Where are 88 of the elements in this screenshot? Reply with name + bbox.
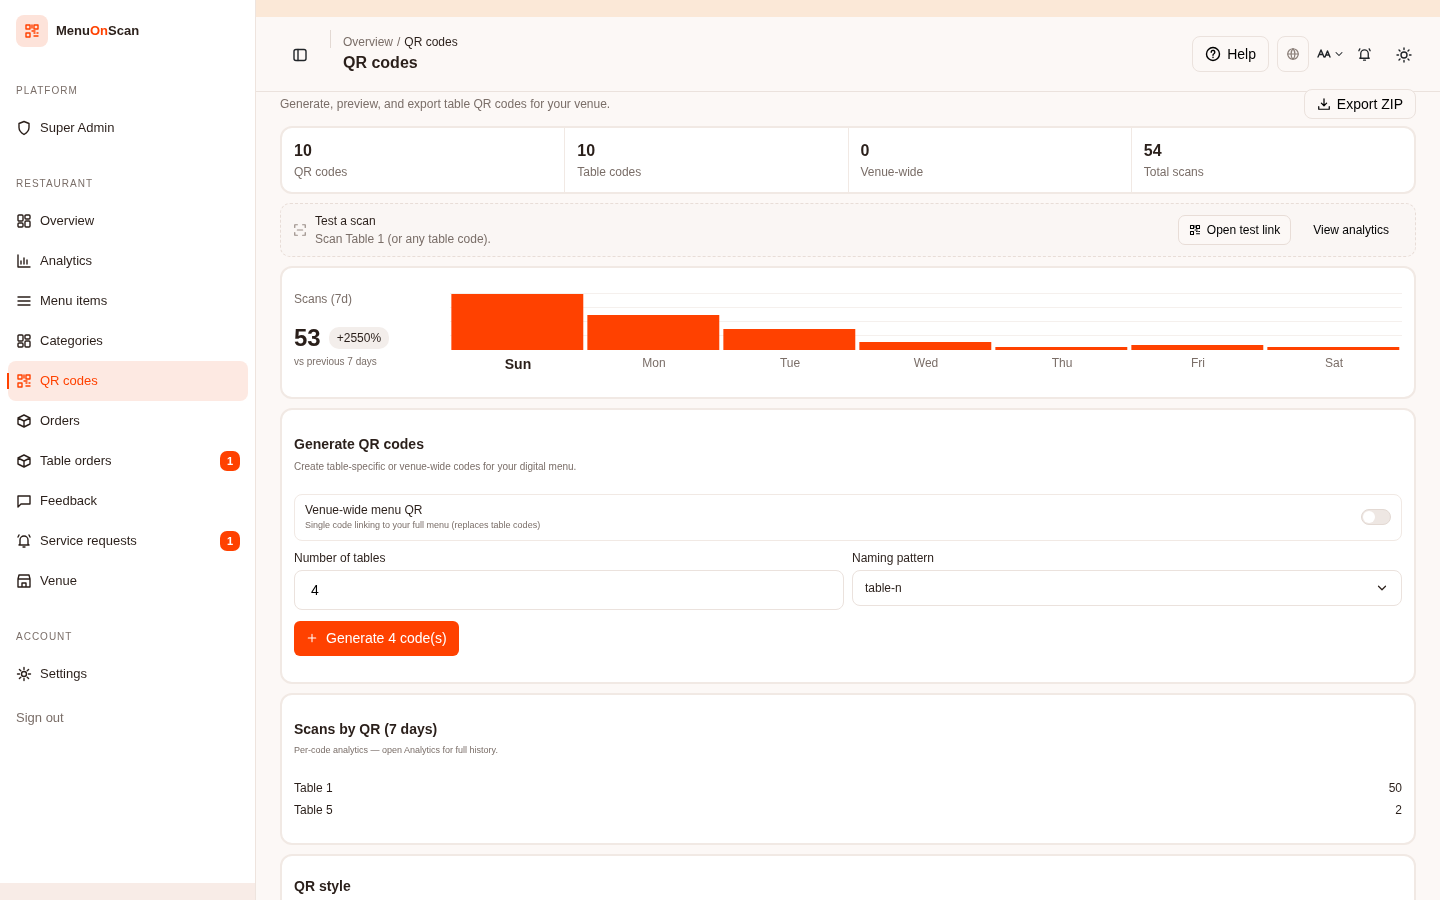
help-icon: [1205, 46, 1222, 62]
comparison-note: vs previous 7 days: [294, 355, 378, 369]
day-label: Mon: [641, 355, 667, 372]
stat-value: 0: [860, 141, 871, 161]
bell-icon: [16, 533, 32, 549]
sidebar-item[interactable]: Service requests 1: [8, 521, 248, 561]
generate-button[interactable]: Generate 4 code(s): [294, 620, 459, 656]
stat-label: Table codes: [577, 164, 643, 181]
scan-count: 50: [1388, 780, 1402, 797]
language-button[interactable]: [1277, 36, 1309, 72]
change-badge: +2550%: [328, 327, 390, 349]
day-label: Sun: [503, 355, 533, 374]
qr-name: Table 1: [294, 780, 333, 797]
day-label: Fri: [1190, 355, 1206, 372]
number-field[interactable]: 4: [294, 569, 844, 610]
card-title: QR style: [294, 877, 352, 896]
option-description: Single code linking to your full menu (replaces table codes): [305, 519, 541, 532]
scan-icon: [293, 223, 307, 237]
store-icon: [16, 573, 32, 589]
sun-icon: [1396, 46, 1412, 63]
scans-total: 53: [294, 326, 321, 350]
option-title: Venue-wide menu QR: [305, 502, 424, 519]
menu-icon: [16, 293, 32, 309]
toggle-switch[interactable]: [1361, 508, 1391, 525]
scan-count: 2: [1395, 802, 1402, 819]
card-description: Per-code analytics — open Analytics for full history.: [294, 743, 499, 757]
panel-title: Test a scan: [315, 213, 377, 230]
card-title: Scans by QR (7 days): [294, 719, 439, 739]
section-heading: PLATFORM: [15, 84, 79, 98]
breadcrumb-separator: /: [397, 34, 401, 51]
count-badge: 1: [220, 531, 240, 551]
sidebar-item[interactable]: Super Admin: [8, 108, 248, 148]
card-description: Create table-specific or venue-wide codes for your digital menu.: [294, 460, 578, 474]
box-icon: [16, 413, 32, 429]
day-label: Sat: [1324, 355, 1344, 372]
help-button[interactable]: Help: [1192, 36, 1269, 72]
sidebar-item[interactable]: Overview: [8, 201, 248, 241]
chat-icon: [16, 493, 32, 509]
sidebar-item[interactable]: Orders: [8, 401, 248, 441]
grid-icon: [16, 213, 32, 229]
stat-value: 10: [577, 141, 597, 161]
sidebar-item[interactable]: Table orders 1: [8, 441, 248, 481]
settings-icon: [16, 666, 32, 682]
panel-icon: [292, 46, 308, 63]
field-label: Naming pattern: [852, 549, 936, 567]
stat-value: 10: [294, 141, 313, 161]
download-icon: [1316, 97, 1331, 111]
bell-icon: [1357, 47, 1372, 63]
card-title: Generate QR codes: [294, 435, 425, 454]
open-test-link-button[interactable]: Open test link: [1177, 215, 1292, 245]
sidebar-item[interactable]: Menu items: [8, 281, 248, 321]
shield-icon: [16, 120, 32, 136]
sidebar-item[interactable]: Analytics: [8, 241, 248, 281]
sign-out-link[interactable]: Sign out: [0, 708, 80, 728]
globe-icon: [1286, 47, 1300, 61]
day-label: Tue: [778, 355, 802, 372]
sidebar-item[interactable]: Categories: [8, 321, 248, 361]
box-icon: [16, 453, 32, 469]
qr-name: Table 5: [294, 802, 333, 819]
view-analytics-button[interactable]: View analytics: [1299, 216, 1403, 244]
qr-code-icon: [16, 373, 32, 389]
sidebar-item[interactable]: Settings: [8, 654, 248, 694]
section-heading: ACCOUNT: [15, 630, 74, 644]
plus-icon: [306, 632, 318, 644]
stat-label: Total scans: [1143, 164, 1205, 181]
export-zip-button[interactable]: Export ZIP: [1303, 89, 1416, 119]
day-label: Wed: [912, 355, 940, 372]
stat-label: Venue-wide: [860, 164, 925, 181]
stat-label: QR codes: [294, 164, 349, 181]
page-description: Generate, preview, and export table QR codes for your venue.: [280, 96, 611, 113]
sidebar-item[interactable]: Venue: [8, 561, 248, 601]
bar-chart-icon: [16, 253, 32, 269]
day-label: Thu: [1050, 355, 1074, 372]
section-heading: RESTAURANT: [15, 177, 95, 191]
page-title: QR codes: [343, 53, 419, 73]
grid-icon: [16, 333, 32, 349]
qr-code-icon: [24, 23, 40, 39]
panel-description: Scan Table 1 (or any table code).: [315, 231, 491, 248]
sidebar-item[interactable]: Feedback: [8, 481, 248, 521]
stat-value: 54: [1143, 141, 1163, 161]
count-badge: 1: [220, 451, 240, 471]
field-label: Number of tables: [294, 549, 387, 567]
naming-pattern-select[interactable]: table-n: [852, 569, 1402, 606]
chart-label: Scans (7d): [294, 291, 354, 308]
qr-code-icon: [1188, 224, 1201, 236]
breadcrumb-link[interactable]: Overview: [343, 33, 393, 51]
breadcrumb-current: QR codes: [404, 34, 458, 51]
brand-name: MenuOnScan: [56, 22, 140, 41]
